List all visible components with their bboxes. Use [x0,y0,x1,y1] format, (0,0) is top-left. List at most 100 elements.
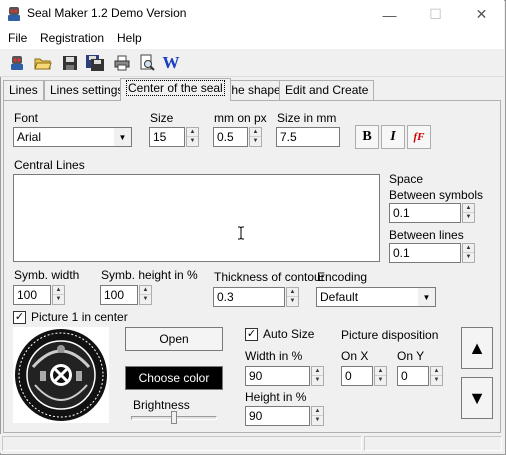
size-spinner[interactable]: ▲ ▼ [186,127,199,147]
symb-width-spinner[interactable]: ▲ ▼ [52,285,65,305]
spin-down-icon[interactable]: ▼ [312,416,323,425]
tab-center-of-the-seal[interactable]: Center of the seal [120,78,231,101]
symb-width-label: Symb. width [14,268,80,282]
spin-up-icon[interactable]: ▲ [312,407,323,416]
symb-height-spinner[interactable]: ▲ ▼ [139,285,152,305]
mm-on-px-input[interactable]: 0.5 [213,127,248,147]
spin-down-icon[interactable]: ▼ [312,376,323,385]
central-lines-label: Central Lines [14,158,85,172]
width-percent-input[interactable]: 90 [245,366,310,386]
menu-help[interactable]: Help [114,29,145,49]
spin-down-icon[interactable]: ▼ [187,137,198,146]
status-segment-secondary [364,436,502,451]
size-label: Size [150,111,174,125]
text-cursor-icon [237,226,245,240]
spin-down-icon[interactable]: ▼ [375,376,386,385]
minimize-button[interactable]: — [367,0,412,29]
mm-on-px-label: mm on px [214,111,267,125]
spin-up-icon[interactable]: ▲ [463,204,474,213]
spin-down-icon[interactable]: ▼ [287,297,298,306]
symb-height-input[interactable]: 100 [100,285,138,305]
spin-up-icon[interactable]: ▲ [140,286,151,295]
height-percent-spinner[interactable]: ▲ ▼ [311,406,324,426]
tab-lines-settings[interactable]: Lines settings [44,80,130,100]
spin-up-icon[interactable]: ▲ [431,367,442,376]
height-percent-input[interactable]: 90 [245,406,310,426]
word-export-icon[interactable]: W [160,52,182,74]
move-down-button[interactable]: ▼ [461,377,493,419]
maximize-button[interactable]: ☐ [413,0,458,29]
size-in-mm-label: Size in mm [277,111,337,125]
symb-width-input[interactable]: 100 [13,285,51,305]
seal-preview-image [13,327,109,423]
spin-down-icon[interactable]: ▼ [250,137,261,146]
window-title: Seal Maker 1.2 Demo Version [27,6,187,20]
on-x-input[interactable]: 0 [341,366,373,386]
spin-up-icon[interactable]: ▲ [187,128,198,137]
on-y-label: On Y [397,349,425,363]
on-x-label: On X [341,349,369,363]
tab-center-label: Center of the seal [126,80,225,96]
italic-button[interactable]: I [381,125,405,149]
save-icon[interactable] [59,52,81,74]
open-folder-icon[interactable] [32,52,54,74]
between-symbols-input[interactable]: 0.1 [389,203,461,223]
spin-down-icon[interactable]: ▼ [463,213,474,222]
width-percent-label: Width in % [245,349,303,363]
close-button[interactable]: ✕ [459,0,504,29]
save-as-icon[interactable] [84,52,106,74]
brightness-label: Brightness [133,398,190,412]
menu-file[interactable]: File [5,29,30,49]
status-segment-main [2,436,362,451]
picture-center-checkbox[interactable]: ✓ [13,311,26,324]
between-lines-input[interactable]: 0.1 [389,243,461,263]
spin-up-icon[interactable]: ▲ [463,244,474,253]
spin-down-icon[interactable]: ▼ [463,253,474,262]
move-up-button[interactable]: ▲ [461,327,493,369]
menu-registration[interactable]: Registration [37,29,107,49]
auto-size-label: Auto Size [263,327,315,341]
font-label: Font [14,111,39,125]
spin-down-icon[interactable]: ▼ [431,376,442,385]
between-symbols-label: Between symbols [389,188,484,202]
spin-down-icon[interactable]: ▼ [140,295,151,304]
open-button[interactable]: Open [125,327,223,351]
print-preview-icon[interactable] [136,52,158,74]
thickness-label: Thickness of contour [214,270,325,284]
between-lines-label: Between lines [389,228,464,242]
encoding-dropdown-arrow-icon[interactable]: ▼ [418,288,435,306]
between-symbols-spinner[interactable]: ▲ ▼ [462,203,475,223]
between-lines-spinner[interactable]: ▲ ▼ [462,243,475,263]
central-lines-textarea[interactable] [13,174,380,262]
on-y-input[interactable]: 0 [397,366,429,386]
on-y-spinner[interactable]: ▲ ▼ [430,366,443,386]
size-input[interactable]: 15 [149,127,185,147]
spin-up-icon[interactable]: ▲ [287,288,298,297]
spin-down-icon[interactable]: ▼ [53,295,64,304]
tab-edit-and-create[interactable]: Edit and Create [279,80,375,100]
spin-up-icon[interactable]: ▲ [375,367,386,376]
spin-up-icon[interactable]: ▲ [53,286,64,295]
brightness-slider-thumb[interactable] [171,411,177,424]
font-select-button[interactable]: fF [407,125,431,149]
thickness-spinner[interactable]: ▲ ▼ [286,287,299,307]
spin-up-icon[interactable]: ▲ [312,367,323,376]
print-icon[interactable] [111,52,133,74]
size-in-mm-input[interactable]: 7.5 [276,127,340,147]
font-value: Arial [17,130,42,144]
auto-size-checkbox[interactable]: ✓ [245,328,258,341]
symb-height-label: Symb. height in % [101,268,198,282]
spin-up-icon[interactable]: ▲ [250,128,261,137]
mm-on-px-spinner[interactable]: ▲ ▼ [249,127,262,147]
choose-color-button[interactable]: Choose color [125,366,223,390]
height-percent-label: Height in % [245,390,307,404]
tab-lines[interactable]: Lines [3,80,44,100]
font-dropdown-arrow-icon[interactable]: ▼ [114,128,131,146]
bold-button[interactable]: B [355,125,379,149]
on-x-spinner[interactable]: ▲ ▼ [374,366,387,386]
width-percent-spinner[interactable]: ▲ ▼ [311,366,324,386]
app-logo-icon [6,6,22,22]
app-logo-icon[interactable] [6,52,28,74]
encoding-label: Encoding [317,270,368,284]
thickness-input[interactable]: 0.3 [213,287,285,307]
